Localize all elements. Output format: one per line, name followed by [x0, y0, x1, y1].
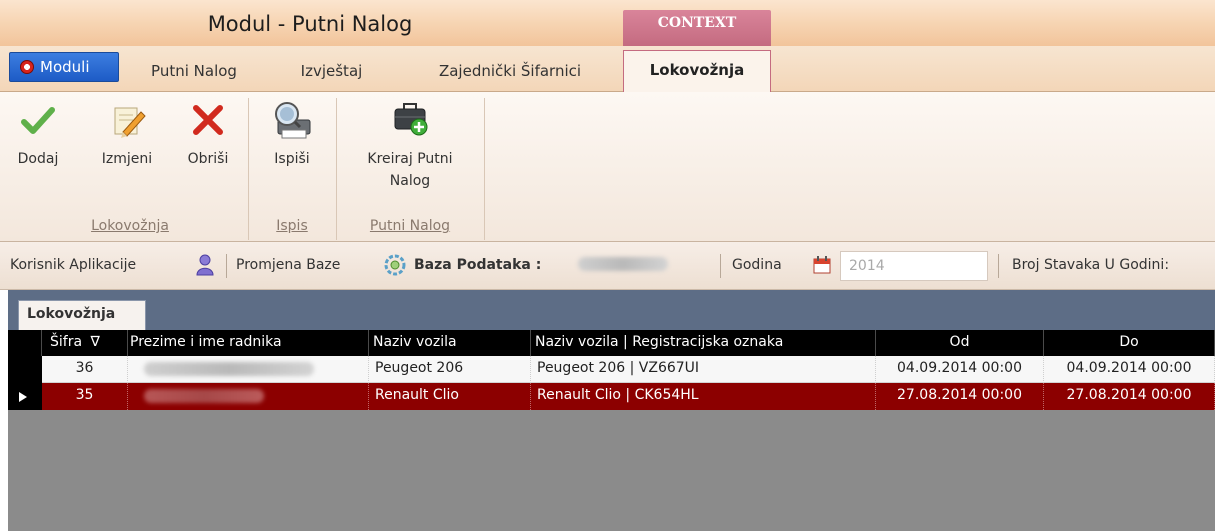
checkmark-icon: [21, 107, 55, 134]
context-label: CONTEXT: [657, 15, 737, 31]
dodaj-label: Dodaj: [17, 151, 59, 167]
column-header-sifra[interactable]: Šifra ∇: [42, 330, 128, 356]
group-label-ispis: Ispis: [276, 218, 308, 234]
column-header-sifra-label: Šifra: [50, 334, 83, 350]
content-area: Lokovožnja Šifra ∇ Prezime i ime radnika…: [8, 290, 1215, 531]
status-strip: Korisnik Aplikacije Promjena Baze Baza P…: [0, 242, 1215, 290]
cell-do: 27.08.2014 00:00: [1044, 383, 1215, 410]
title-bar: Modul - Putni Nalog CONTEXT: [0, 0, 1215, 46]
ispisi-label: Ispiši: [274, 151, 310, 167]
group-separator: [248, 98, 249, 240]
window-title: Modul - Putni Nalog: [207, 12, 413, 36]
obrisi-button[interactable]: Obriši: [178, 100, 238, 170]
column-header-do[interactable]: Do: [1044, 330, 1215, 356]
document-tab-lokovoznja[interactable]: Lokovožnja: [18, 300, 146, 330]
izmjeni-button[interactable]: Izmjeni: [92, 100, 162, 170]
ribbon-panel: Dodaj Izmjeni Obriši Lokovožnja Ispiši I…: [0, 92, 1215, 242]
izmjeni-label: Izmjeni: [101, 151, 153, 167]
kreiraj-label-line1: Kreiraj Putni: [367, 151, 453, 167]
dodaj-button[interactable]: Dodaj: [12, 100, 64, 170]
database-name-redacted: [578, 257, 668, 271]
group-label-lokovoznja: Lokovožnja: [91, 218, 169, 234]
row-indicator-header: [8, 330, 42, 356]
ispisi-button[interactable]: Ispiši: [262, 100, 322, 170]
cell-od: 04.09.2014 00:00: [876, 356, 1044, 383]
group-separator: [336, 98, 337, 240]
briefcase-add-icon: [394, 103, 428, 136]
cell-prezime-redacted: [128, 356, 369, 383]
cell-sifra: 36: [42, 356, 128, 383]
korisnik-aplikacije-label: Korisnik Aplikacije: [10, 257, 137, 273]
tab-lokovoznja[interactable]: Lokovožnja: [623, 50, 771, 92]
status-separator: [720, 254, 721, 278]
current-row-arrow-icon: [19, 392, 27, 402]
tab-putni-nalog[interactable]: Putni Nalog: [134, 56, 254, 92]
moduli-label: Moduli: [40, 58, 90, 76]
column-header-prezime[interactable]: Prezime i ime radnika: [128, 330, 369, 356]
table-row[interactable]: 36 Peugeot 206 Peugeot 206 | VZ667UI 04.…: [8, 356, 1215, 383]
document-tab-bar: Lokovožnja: [8, 290, 1215, 330]
cell-sifra: 35: [42, 383, 128, 410]
kreiraj-putni-nalog-button[interactable]: Kreiraj Putni Nalog: [350, 100, 470, 192]
column-header-naziv-vozila[interactable]: Naziv vozila: [369, 330, 531, 356]
table-row-selected[interactable]: 35 Renault Clio Renault Clio | CK654HL 2…: [8, 383, 1215, 410]
godina-input[interactable]: 2014: [840, 251, 988, 281]
moduli-icon: [20, 60, 34, 74]
group-separator: [484, 98, 485, 240]
column-header-naziv-reg[interactable]: Naziv vozila | Registracijska oznaka: [531, 330, 876, 356]
sort-filter-icon[interactable]: ∇: [91, 334, 100, 350]
calendar-icon[interactable]: [812, 255, 832, 275]
kreiraj-label-line2: Nalog: [389, 173, 431, 189]
cell-naziv-reg: Peugeot 206 | VZ667UI: [531, 356, 876, 383]
user-icon[interactable]: [196, 254, 214, 276]
row-indicator: [8, 383, 42, 410]
row-indicator: [8, 356, 42, 383]
context-tab-header: CONTEXT: [623, 10, 771, 46]
cell-do: 04.09.2014 00:00: [1044, 356, 1215, 383]
edit-pencil-icon: [114, 107, 146, 138]
cell-od: 27.08.2014 00:00: [876, 383, 1044, 410]
database-switch-icon[interactable]: [384, 254, 406, 276]
name-redacted: [144, 362, 314, 376]
ribbon-tabs: Moduli Putni Nalog Izvještaj Zajednički …: [0, 46, 1215, 92]
baza-podataka-label: Baza Podataka :: [414, 257, 542, 273]
print-preview-icon: [275, 102, 311, 139]
obrisi-label: Obriši: [187, 151, 229, 167]
promjena-baze-label[interactable]: Promjena Baze: [236, 257, 340, 273]
tab-izvjestaj[interactable]: Izvještaj: [284, 56, 379, 92]
godina-label: Godina: [732, 257, 782, 273]
status-separator: [998, 254, 999, 278]
tab-zajednicki-sifarnici[interactable]: Zajednički Šifarnici: [410, 56, 610, 92]
cell-naziv-vozila: Peugeot 206: [369, 356, 531, 383]
status-separator: [226, 254, 227, 278]
group-label-putni-nalog: Putni Nalog: [369, 218, 451, 234]
broj-stavaka-label: Broj Stavaka U Godini:: [1012, 257, 1170, 273]
name-redacted: [144, 389, 264, 403]
moduli-button[interactable]: Moduli: [9, 52, 119, 82]
cell-naziv-reg: Renault Clio | CK654HL: [531, 383, 876, 410]
column-header-od[interactable]: Od: [876, 330, 1044, 356]
cell-prezime-redacted: [128, 383, 369, 410]
cell-naziv-vozila: Renault Clio: [369, 383, 531, 410]
delete-x-icon: [193, 105, 223, 135]
